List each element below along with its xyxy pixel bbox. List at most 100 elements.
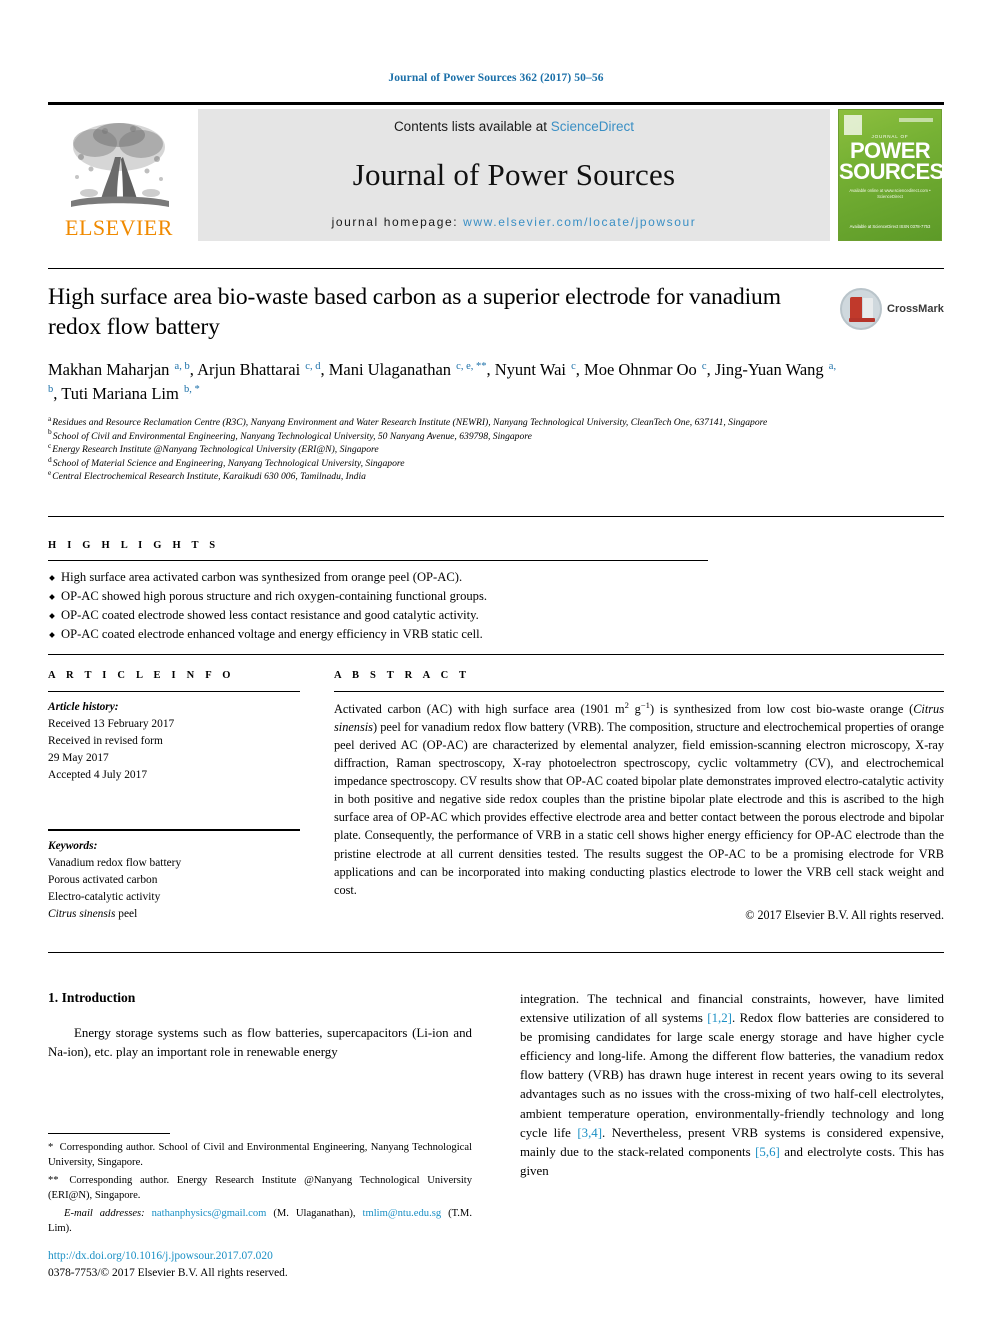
masthead-bottom-rule (48, 268, 944, 269)
body-column-right: integration. The technical and financial… (520, 990, 944, 1181)
affiliation-item: bSchool of Civil and Environmental Engin… (48, 428, 908, 444)
cover-title-line2: SOURCES (839, 159, 944, 185)
article-info-rule (48, 691, 300, 692)
elsevier-wordmark: ELSEVIER (65, 215, 173, 240)
author-affiliation-marks: c, d (305, 360, 321, 372)
article-history-line: 29 May 2017 (48, 752, 109, 765)
abstract-text: Activated carbon (AC) with high surface … (334, 699, 944, 897)
highlights-items: High surface area activated carbon was s… (48, 568, 944, 644)
doi-block: http://dx.doi.org/10.1016/j.jpowsour.201… (48, 1248, 478, 1282)
sciencedirect-band: Contents lists available at ScienceDirec… (198, 109, 830, 241)
highlights-top-rule (48, 516, 944, 517)
author-separator: , (189, 360, 198, 380)
keywords-rule (48, 828, 300, 831)
citation-link-3[interactable]: [5,6] (755, 1145, 780, 1159)
abstract-rule (334, 691, 944, 692)
author-separator: , (486, 360, 495, 380)
article-history-line: Received 13 February 2017 (48, 718, 175, 731)
footnote-text-2: Corresponding author. Energy Research In… (48, 1174, 472, 1202)
author-name: Tuti Mariana Lim (61, 383, 183, 403)
info-and-abstract: A R T I C L E I N F O Article history: R… (48, 670, 944, 923)
contents-available-line: Contents lists available at ScienceDirec… (394, 119, 634, 134)
highlights-heading: H I G H L I G H T S (48, 540, 220, 551)
footnote-text-1: Corresponding author. School of Civil an… (48, 1142, 472, 1169)
journal-homepage-line: journal homepage: www.elsevier.com/locat… (332, 215, 697, 229)
highlight-item: OP-AC showed high porous structure and r… (48, 587, 944, 606)
author-name: Makhan Maharjan (48, 360, 174, 380)
article-history-line: Received in revised form (48, 735, 163, 748)
author-affiliation-marks: c, e, ** (456, 360, 487, 372)
author-name: Mani Ulaganathan (328, 360, 456, 380)
keywords-label: Keywords: (48, 839, 98, 852)
journal-masthead: ELSEVIER Contents lists available at Sci… (48, 102, 944, 241)
author-separator: , (706, 360, 715, 380)
article-history-lines: Received 13 February 2017 Received in rev… (48, 716, 300, 784)
footnote-corresponding-2: ** Corresponding author. Energy Research… (48, 1173, 472, 1204)
crossmark-book-bottom (849, 318, 875, 322)
crossmark-icon (840, 288, 882, 330)
highlight-item: OP-AC coated electrode showed less conta… (48, 606, 944, 625)
keyword-item: Vanadium redox flow battery (48, 856, 182, 869)
homepage-url-link[interactable]: www.elsevier.com/locate/jpowsour (463, 215, 696, 229)
keyword-item: Citrus sinensis peel (48, 907, 138, 920)
author-name: Arjun Bhattarai (197, 360, 305, 380)
footnote-rule (48, 1133, 170, 1134)
running-head: Journal of Power Sources 362 (2017) 50–5… (388, 72, 604, 84)
cover-topright-rule (899, 118, 933, 122)
article-history-block: Article history: Received 13 February 20… (48, 699, 300, 785)
affiliation-item: dSchool of Material Science and Engineer… (48, 455, 908, 471)
section-heading-introduction: 1. Introduction (48, 990, 136, 1005)
sciencedirect-link[interactable]: ScienceDirect (551, 119, 634, 134)
elsevier-logo: ELSEVIER (48, 109, 190, 241)
keyword-item: Electro-catalytic activity (48, 890, 161, 903)
footnote-star-2: ** (48, 1174, 59, 1186)
author-affiliation-marks: b, * (183, 384, 200, 396)
body-top-rule (48, 952, 944, 953)
crossmark-badge[interactable]: CrossMark (840, 287, 944, 331)
keywords-block: Keywords: Vanadium redox flow battery Por… (48, 838, 300, 924)
journal-cover-image: JOURNAL OF POWER SOURCES Available onlin… (838, 109, 944, 241)
info-abstract-top-rule (48, 654, 944, 655)
email-link-2[interactable]: tmlim@ntu.edu.sg (363, 1208, 442, 1219)
issn-copyright-line: 0378-7753/© 2017 Elsevier B.V. All right… (48, 1267, 288, 1280)
keyword-item: Porous activated carbon (48, 873, 158, 886)
affiliation-text: School of Material Science and Engineeri… (52, 457, 405, 469)
citation-link-2[interactable]: [3,4] (577, 1126, 602, 1140)
author-name: Nyunt Wai (494, 360, 571, 380)
highlight-item: High surface area activated carbon was s… (48, 568, 944, 587)
affiliation-text: Energy Research Institute @Nanyang Techn… (52, 444, 379, 456)
intro-paragraph-left: Energy storage systems such as flow batt… (48, 1026, 472, 1060)
title-author-block: CrossMark High surface area bio-waste ba… (48, 282, 944, 484)
affiliation-text: Central Electrochemical Research Institu… (52, 471, 366, 483)
abstract-column: A B S T R A C T Activated carbon (AC) wi… (334, 670, 944, 923)
affiliation-item: aResidues and Resource Reclamation Centr… (48, 415, 908, 430)
author-separator: , (53, 383, 62, 403)
affiliation-text: Residues and Resource Reclamation Centre… (52, 417, 768, 428)
journal-cover-thumbnail: JOURNAL OF POWER SOURCES Available onlin… (836, 109, 944, 241)
footnote-corresponding-1: * Corresponding author. School of Civil … (48, 1140, 472, 1171)
footnote-emails: E-mail addresses: nathanphysics@gmail.co… (48, 1206, 472, 1237)
email-owner-1: (M. Ulaganathan), (266, 1207, 363, 1219)
cover-footer: Available at ScienceDirect ISSN 0378-775… (849, 224, 931, 230)
affiliation-text: School of Civil and Environmental Engine… (52, 430, 532, 442)
author-list: Makhan Maharjan a, b, Arjun Bhattarai c,… (48, 358, 838, 405)
author-affiliation-marks: a, b (174, 360, 190, 372)
highlight-item: OP-AC coated electrode enhanced voltage … (48, 625, 944, 644)
email-link-1[interactable]: nathanphysics@gmail.com (152, 1208, 267, 1219)
article-history-label: Article history: (48, 701, 119, 713)
intro-paragraph-right: integration. The technical and financial… (520, 992, 945, 1178)
highlights-heading-rule (48, 560, 708, 561)
footnote-block: * Corresponding author. School of Civil … (48, 1133, 472, 1239)
highlights-section: H I G H L I G H T S High surface area ac… (48, 540, 944, 644)
citation-link-1[interactable]: [1,2] (707, 1011, 732, 1025)
article-info-heading: A R T I C L E I N F O (48, 670, 235, 681)
author-separator: , (320, 360, 329, 380)
crossmark-label: CrossMark (887, 303, 944, 315)
author-separator: , (575, 360, 585, 380)
journal-article-page: Journal of Power Sources 362 (2017) 50–5… (0, 0, 992, 1323)
affiliation-item: cEnergy Research Institute @Nanyang Tech… (48, 442, 908, 457)
doi-link[interactable]: http://dx.doi.org/10.1016/j.jpowsour.201… (48, 1248, 478, 1265)
author-name: Moe Ohnmar Oo (584, 360, 701, 380)
affiliation-item: eCentral Electrochemical Research Instit… (48, 469, 908, 484)
email-addresses-label: E-mail addresses: (64, 1207, 145, 1219)
